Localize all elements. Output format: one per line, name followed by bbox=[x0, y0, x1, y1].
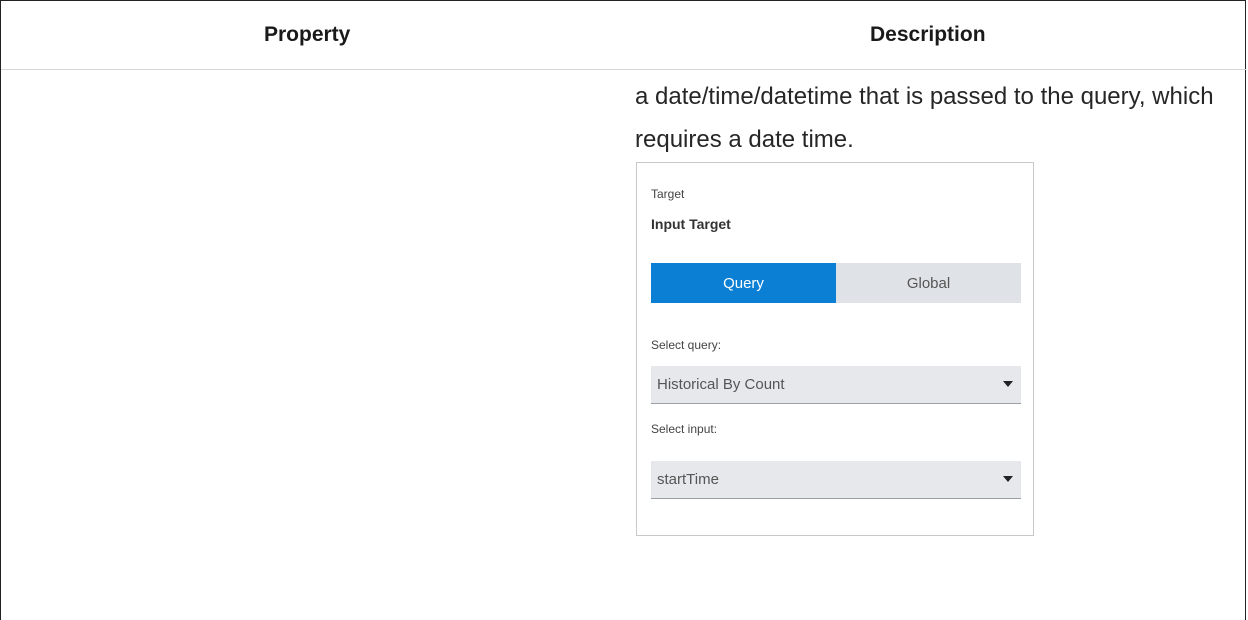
description-text: a date/time/datetime that is passed to t… bbox=[635, 83, 1214, 153]
header-property: Property bbox=[264, 23, 351, 46]
caret-down-icon bbox=[1003, 381, 1013, 387]
toggle-query-button[interactable]: Query bbox=[651, 263, 836, 303]
query-global-toggle: Query Global bbox=[651, 263, 1021, 303]
property-table: Property Description a date/time/datetim… bbox=[0, 0, 1247, 620]
select-input-value: startTime bbox=[657, 471, 719, 488]
select-query-value: Historical By Count bbox=[657, 376, 785, 393]
header-description: Description bbox=[870, 23, 986, 46]
toggle-global-button[interactable]: Global bbox=[836, 263, 1021, 303]
target-value: Input Target bbox=[651, 216, 731, 232]
select-query-dropdown[interactable]: Historical By Count bbox=[651, 366, 1021, 404]
table-header-row: Property Description bbox=[1, 1, 1247, 70]
input-target-panel: Target Input Target Query Global Select … bbox=[636, 162, 1034, 536]
select-input-dropdown[interactable]: startTime bbox=[651, 461, 1021, 499]
target-label: Target bbox=[651, 187, 685, 201]
select-input-label: Select input: bbox=[651, 422, 718, 436]
caret-down-icon bbox=[1003, 476, 1013, 482]
select-query-label: Select query: bbox=[651, 338, 722, 352]
